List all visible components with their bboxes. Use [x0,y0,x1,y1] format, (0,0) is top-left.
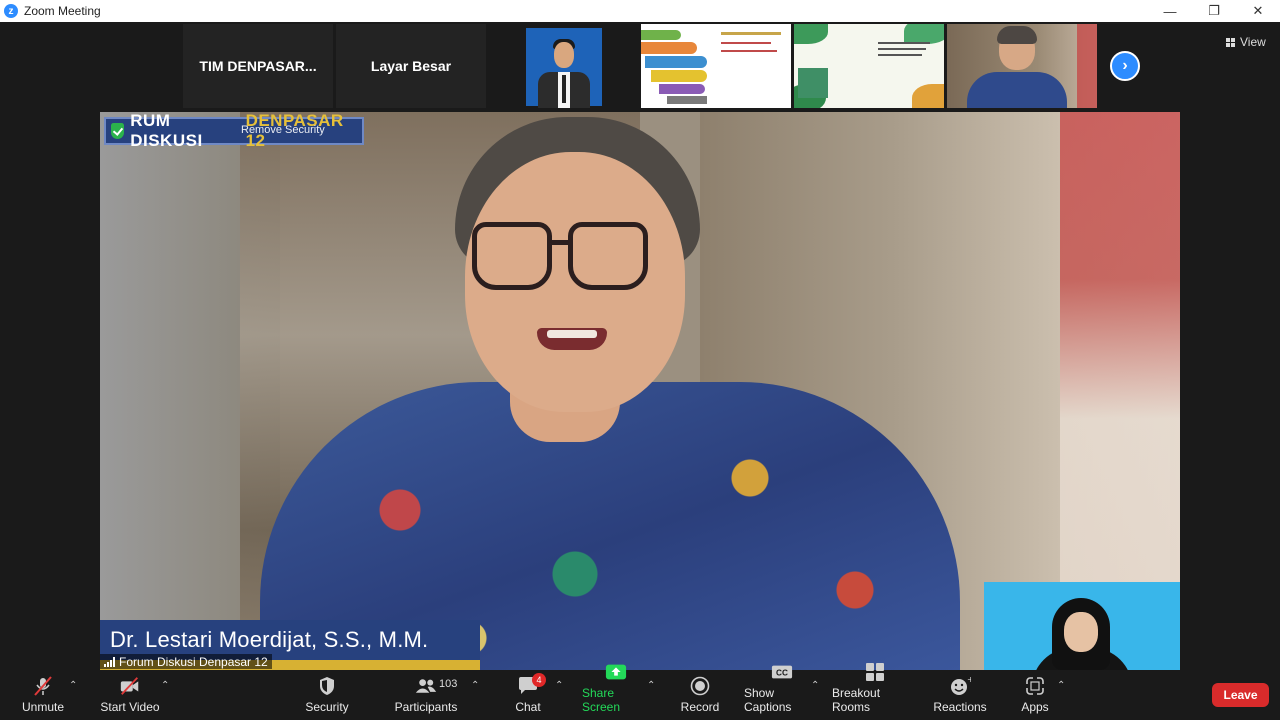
chat-unread-badge: 4 [532,673,546,687]
restore-icon[interactable]: ❐ [1192,0,1236,22]
apps-icon [1024,676,1046,696]
svg-text:+: + [967,676,971,684]
show-captions-button[interactable]: CC Show Captions [744,665,820,720]
share-screen-icon [605,662,627,682]
participants-icon: 103 [415,676,457,696]
start-video-label: Start Video [100,700,160,714]
gallery-tile-slide-bulb[interactable] [641,24,791,108]
chat-options-chevron-icon[interactable]: ⌃ [555,680,563,691]
svg-text:CC: CC [776,669,788,678]
unmute-label: Unmute [21,700,65,714]
minimize-icon[interactable]: — [1148,0,1192,22]
gallery-tile-layar-besar[interactable]: Layar Besar [336,24,486,108]
record-icon [689,676,711,696]
security-button[interactable]: Security [303,670,351,720]
security-shield-icon [111,123,125,139]
speaker-name: Dr. Lestari Moerdijat, S.S., M.M. [110,627,429,652]
reactions-smiley-icon: + [949,676,971,696]
gallery-tile-slide-reminders[interactable] [794,24,944,108]
participants-button[interactable]: 103 Participants [394,670,458,720]
remove-security-tooltip: Remove Security [241,124,325,136]
event-banner: RUM DISKUSI DENPASAR 12 Remove Security [104,111,364,150]
gallery-tile-speaker[interactable] [947,24,1097,108]
leave-button[interactable]: Leave [1212,683,1269,707]
view-label: View [1240,35,1266,49]
share-screen-button[interactable]: Share Screen [582,664,650,720]
share-options-chevron-icon[interactable]: ⌃ [647,680,655,691]
share-screen-label: Share Screen [582,686,621,714]
apps-label: Apps [1021,700,1049,714]
chat-label: Chat [515,700,541,714]
gallery-tile-empty [0,24,183,108]
record-label: Record [680,700,720,714]
gallery-tile-tim-denpasar[interactable]: TIM DENPASAR... [183,24,333,108]
breakout-rooms-button[interactable]: Breakout Rooms [832,663,918,720]
breakout-rooms-label: Breakout Rooms [832,686,881,714]
start-video-button[interactable]: Start Video [100,670,160,720]
video-off-icon [119,676,141,696]
view-button[interactable]: View [1218,32,1274,52]
show-captions-label: Show Captions [744,686,792,714]
captions-options-chevron-icon[interactable]: ⌃ [811,680,819,691]
sign-language-interpreter-video[interactable] [984,582,1180,670]
participants-count: 103 [439,678,458,690]
breakout-rooms-icon [864,662,886,682]
participant-name-label: Forum Diskusi Denpasar 12 [100,654,272,669]
apps-button[interactable]: Apps [1018,670,1052,720]
participant-photo [526,28,602,108]
gallery-strip: TIM DENPASAR... Layar Besar › View [0,22,1280,110]
gallery-tile-label: Layar Besar [370,58,452,74]
record-button[interactable]: Record [679,670,721,720]
participant-name: Forum Diskusi Denpasar 12 [119,654,268,669]
title-bar: z Zoom Meeting — ❐ ✕ [0,0,1280,22]
banner-title: RUM DISKUSI [130,111,203,150]
security-shield-icon [316,676,338,696]
gallery-tile-label: TIM DENPASAR... [199,58,317,74]
chat-bubble-icon: 4 [517,673,546,696]
chat-button[interactable]: 4 Chat [508,670,548,720]
zoom-logo-icon: z [4,4,18,18]
meeting-toolbar: Unmute ⌃ Start Video ⌃ Security 103 Part… [0,663,1280,720]
closed-captions-icon: CC [771,662,793,682]
video-options-chevron-icon[interactable]: ⌃ [161,680,169,691]
close-icon[interactable]: ✕ [1236,0,1280,22]
window-title: Zoom Meeting [24,4,101,18]
apps-options-chevron-icon[interactable]: ⌃ [1057,680,1065,691]
unmute-button[interactable]: Unmute [20,670,66,720]
connection-signal-icon [104,656,115,667]
participants-options-chevron-icon[interactable]: ⌃ [471,680,479,691]
security-label: Security [305,700,349,714]
gallery-tile-photo[interactable] [489,24,639,108]
reactions-label: Reactions [933,700,987,714]
audio-options-chevron-icon[interactable]: ⌃ [69,680,77,691]
gallery-view-icon [1226,37,1235,47]
muted-microphone-icon [32,676,54,696]
participants-label: Participants [394,700,458,714]
reactions-button[interactable]: + Reactions [933,670,987,720]
gallery-next-page-button[interactable]: › [1110,51,1140,81]
